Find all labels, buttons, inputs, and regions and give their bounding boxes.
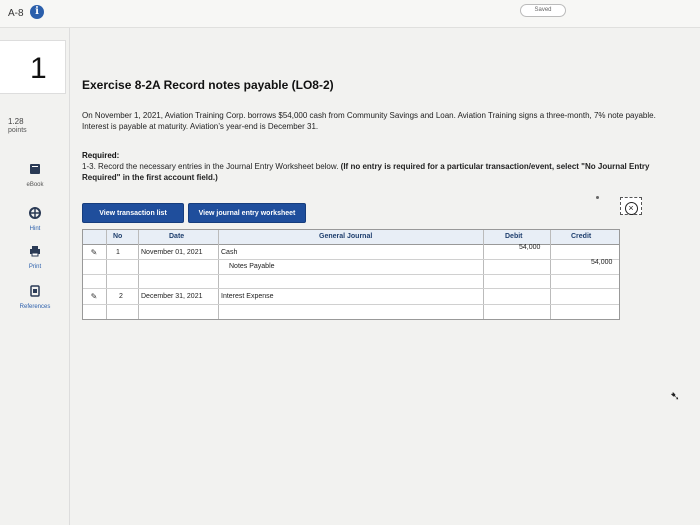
- edit-icon[interactable]: ✎: [89, 292, 99, 302]
- problem-statement: On November 1, 2021, Aviation Training C…: [82, 111, 656, 131]
- close-button[interactable]: ×: [620, 197, 642, 215]
- header-debit: Debit: [505, 233, 523, 240]
- hint-icon: [28, 207, 42, 219]
- question-label: A-8: [8, 8, 24, 19]
- hint-label: Hint: [29, 226, 41, 232]
- row-account: Notes Payable: [229, 263, 275, 270]
- references-icon: [28, 285, 42, 297]
- ebook-label: eBook: [26, 182, 44, 188]
- row-divider: [83, 274, 619, 275]
- top-bar: A-8 i Saved: [0, 0, 700, 28]
- print-label: Print: [28, 264, 42, 270]
- journal-table: No Date General Journal Debit Credit ✎ 1…: [82, 229, 620, 320]
- references-label: References: [19, 304, 51, 310]
- header-date: Date: [169, 233, 185, 240]
- ebook-button[interactable]: eBook: [0, 162, 70, 188]
- points-label: points: [8, 127, 27, 134]
- hint-button[interactable]: Hint: [0, 206, 70, 232]
- required-text: 1-3. Record the necessary entries in the…: [82, 162, 339, 171]
- dot-marker: [596, 196, 599, 199]
- header-credit: Credit: [571, 233, 592, 240]
- exercise-title: Exercise 8-2A Record notes payable (LO8-…: [82, 78, 334, 92]
- info-icon[interactable]: i: [30, 5, 44, 19]
- row-date: November 01, 2021: [141, 249, 203, 256]
- row-number: 1: [116, 249, 120, 256]
- row-date: December 31, 2021: [141, 293, 203, 300]
- view-journal-worksheet-button[interactable]: View journal entry worksheet: [188, 203, 306, 223]
- row-divider: [83, 304, 619, 305]
- row-number: 2: [119, 293, 123, 300]
- row-credit: 54,000: [591, 259, 613, 266]
- row-debit: 54,000: [519, 244, 541, 251]
- edit-icon[interactable]: ✎: [89, 248, 99, 258]
- header-no: No: [113, 233, 123, 240]
- required-heading: Required:: [82, 151, 120, 160]
- left-sidebar: [0, 28, 70, 525]
- row-account: Cash: [221, 249, 238, 256]
- row-divider: [83, 259, 619, 260]
- points-value: 1.28: [8, 117, 24, 126]
- print-button[interactable]: Print: [0, 244, 70, 270]
- mouse-cursor-icon: ➷: [670, 389, 681, 403]
- references-button[interactable]: References: [0, 284, 70, 310]
- row-divider: [83, 288, 619, 289]
- required-instructions: 1-3. Record the necessary entries in the…: [82, 161, 682, 183]
- saved-status-badge: Saved: [520, 4, 566, 17]
- question-number: 1: [30, 52, 47, 85]
- print-icon: [28, 245, 42, 257]
- header-general-journal: General Journal: [319, 233, 373, 240]
- view-transaction-list-button[interactable]: View transaction list: [82, 203, 184, 223]
- journal-header-row: No Date General Journal Debit Credit: [83, 230, 619, 245]
- close-icon: ×: [624, 202, 638, 215]
- book-icon: [28, 163, 42, 175]
- row-account: Interest Expense: [221, 293, 274, 300]
